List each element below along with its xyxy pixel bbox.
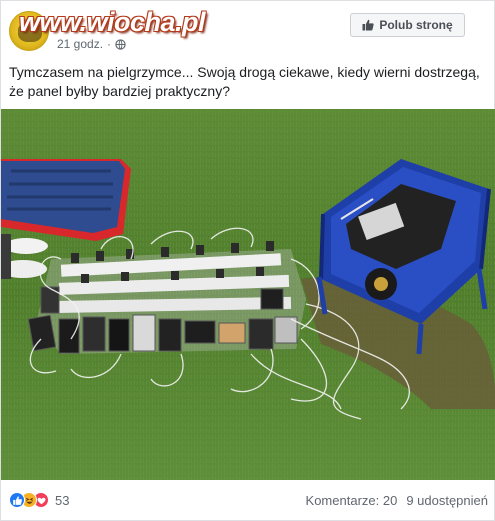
globe-icon	[115, 38, 126, 50]
reaction-count: 53	[55, 492, 70, 508]
meta-separator: ·	[107, 37, 112, 51]
post-stats: Komentarze: 20 9 udostępnień	[306, 493, 488, 508]
air-mattress	[1, 159, 131, 241]
post-header: www.wiocha.pl 21 godz. · Polub stronę	[1, 1, 495, 59]
reactions-summary[interactable]: 53	[9, 492, 69, 508]
watermark-logo: www.wiocha.pl	[19, 7, 206, 37]
post-meta: 21 godz. ·	[57, 37, 126, 51]
post-footer: 53 Komentarze: 20 9 udostępnień	[1, 480, 495, 521]
photo-illustration	[1, 109, 495, 480]
post-photo[interactable]	[1, 109, 495, 480]
like-page-label: Polub stronę	[379, 18, 453, 32]
facebook-post: www.wiocha.pl 21 godz. · Polub stronę Ty…	[0, 0, 495, 521]
post-text: Tymczasem na pielgrzymce... Swoją drogą …	[9, 64, 480, 99]
like-page-button[interactable]: Polub stronę	[350, 13, 465, 37]
like-reaction-icon	[9, 492, 25, 508]
comments-link[interactable]: Komentarze: 20	[306, 493, 398, 508]
shares-link[interactable]: 9 udostępnień	[406, 493, 488, 508]
thumbs-up-icon	[362, 19, 374, 31]
post-time[interactable]: 21 godz.	[57, 37, 103, 51]
